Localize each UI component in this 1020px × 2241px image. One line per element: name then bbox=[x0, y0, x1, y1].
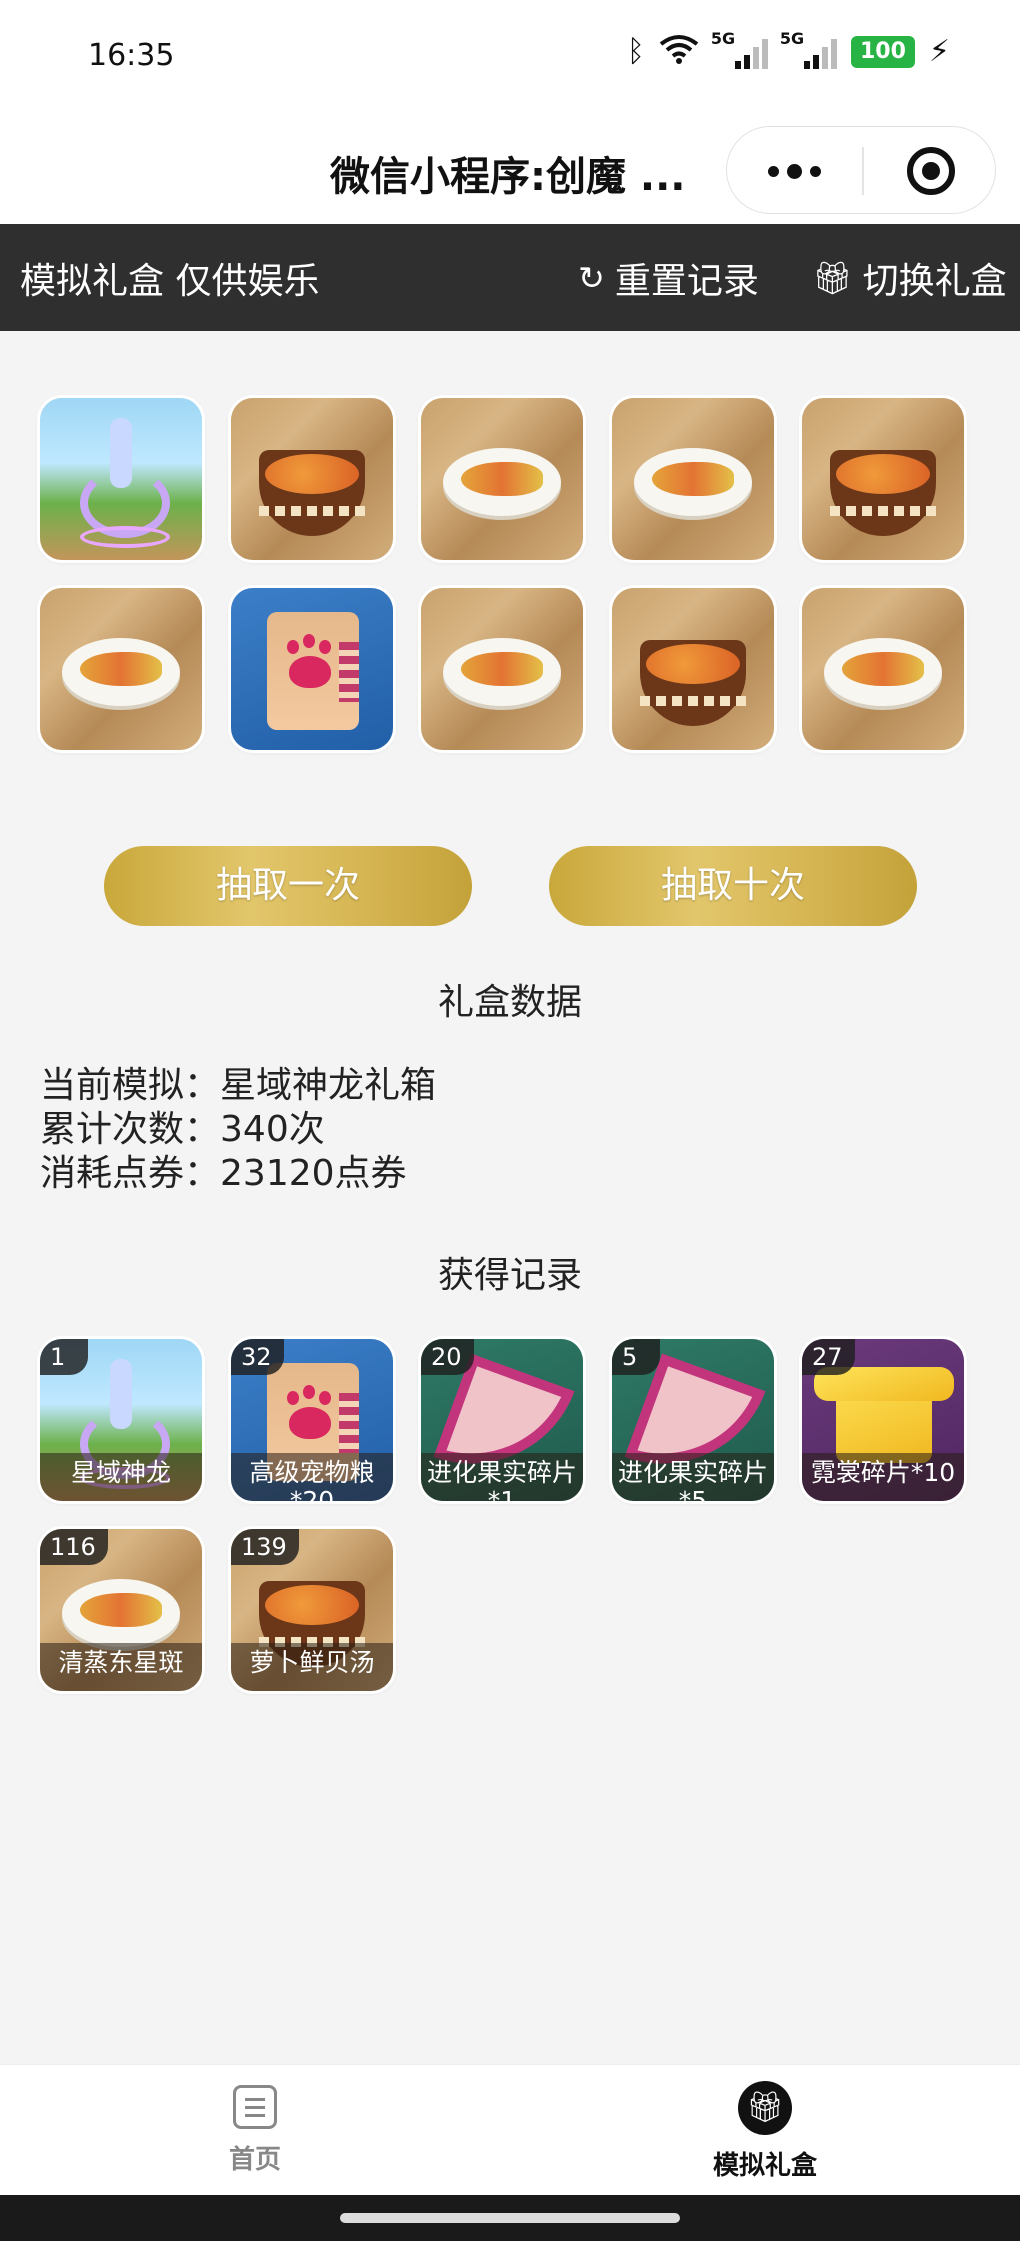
signal-icon: 5G bbox=[711, 29, 768, 69]
record-count: 32 bbox=[231, 1339, 284, 1375]
result-tile-fish bbox=[612, 398, 774, 560]
bluetooth-icon: ᛒ bbox=[626, 34, 645, 69]
record-item: 1 星域神龙 bbox=[40, 1339, 202, 1501]
stat-count-value: 340次 bbox=[220, 1109, 325, 1150]
result-tile-fish bbox=[421, 588, 583, 750]
capsule-divider bbox=[862, 147, 864, 195]
network-label-2: 5G bbox=[779, 29, 805, 48]
switch-giftbox-button[interactable]: 🎁︎ 切换礼盒 bbox=[812, 252, 1007, 304]
record-item: 32 高级宠物粮*20 bbox=[231, 1339, 393, 1501]
result-tile-fish bbox=[40, 588, 202, 750]
record-name: 清蒸东星斑 bbox=[40, 1643, 202, 1691]
record-name: 萝卜鲜贝汤 bbox=[231, 1643, 393, 1691]
record-count: 20 bbox=[421, 1339, 474, 1375]
record-item: 20 进化果实碎片*1 bbox=[421, 1339, 583, 1501]
nav-title: 微信小程序:创魔 ... bbox=[330, 154, 686, 200]
mini-program-nav-bar: 微信小程序:创魔 ... bbox=[0, 116, 1020, 224]
result-tile-soup bbox=[231, 398, 393, 560]
record-count: 5 bbox=[612, 1339, 660, 1375]
switch-giftbox-label: 切换礼盒 bbox=[862, 261, 1007, 302]
draw-once-button[interactable]: 抽取一次 bbox=[104, 846, 472, 926]
gift-icon: 🎁︎ bbox=[812, 259, 853, 297]
battery-indicator: 100 bbox=[850, 36, 915, 68]
signal-icon-2: 5G bbox=[780, 29, 837, 69]
record-item: 27 霓裳碎片*10 bbox=[802, 1339, 964, 1501]
network-label: 5G bbox=[710, 29, 736, 48]
system-nav-area bbox=[0, 2195, 1020, 2241]
tab-simulate-giftbox[interactable]: 🎁︎ 模拟礼盒 bbox=[665, 2081, 865, 2182]
target-close-icon[interactable] bbox=[907, 147, 955, 195]
reset-records-button[interactable]: ↻ 重置记录 bbox=[578, 252, 759, 304]
result-tile-fish bbox=[421, 398, 583, 560]
bottom-tab-bar: 首页 🎁︎ 模拟礼盒 bbox=[0, 2064, 1020, 2195]
result-tile-dragon bbox=[40, 398, 202, 560]
record-count: 116 bbox=[40, 1529, 108, 1565]
record-count: 139 bbox=[231, 1529, 299, 1565]
wifi-icon bbox=[659, 34, 699, 70]
home-indicator[interactable] bbox=[340, 2213, 680, 2223]
status-bar: 16:35 ᛒ 5G 5G 100 ⚡ bbox=[0, 0, 1020, 116]
gift-icon: 🎁︎ bbox=[738, 2081, 792, 2135]
stat-cost: 消耗点券：23120点券 bbox=[40, 1152, 436, 1196]
record-name: 高级宠物粮*20 bbox=[231, 1453, 393, 1501]
result-tile-pet-food bbox=[231, 588, 393, 750]
record-count: 1 bbox=[40, 1339, 88, 1375]
result-tile-soup bbox=[802, 398, 964, 560]
stat-cost-value: 23120点券 bbox=[220, 1153, 407, 1194]
record-name: 星域神龙 bbox=[40, 1453, 202, 1501]
tab-home[interactable]: 首页 bbox=[155, 2085, 355, 2176]
status-icons: ᛒ 5G 5G 100 ⚡ bbox=[626, 29, 950, 70]
tab-home-label: 首页 bbox=[228, 2145, 281, 2175]
stat-current: 当前模拟：星域神龙礼箱 bbox=[40, 1064, 436, 1108]
reset-records-label: 重置记录 bbox=[614, 261, 759, 302]
records-section-title: 获得记录 bbox=[437, 1255, 582, 1296]
status-time: 16:35 bbox=[88, 38, 175, 73]
giftbox-stats: 当前模拟：星域神龙礼箱 累计次数：340次 消耗点券：23120点券 bbox=[40, 1064, 436, 1196]
document-icon bbox=[233, 2085, 277, 2129]
record-name: 进化果实碎片*5 bbox=[612, 1453, 774, 1501]
stats-section-title: 礼盒数据 bbox=[437, 982, 582, 1023]
record-item: 116 清蒸东星斑 bbox=[40, 1529, 202, 1691]
tab-gift-label: 模拟礼盒 bbox=[712, 2151, 817, 2181]
stat-cost-label: 消耗点券： bbox=[40, 1153, 221, 1194]
refresh-icon: ↻ bbox=[578, 259, 605, 297]
capsule-menu bbox=[726, 126, 996, 214]
record-count: 27 bbox=[802, 1339, 855, 1375]
stat-current-value: 星域神龙礼箱 bbox=[220, 1065, 437, 1106]
more-dots-icon[interactable] bbox=[727, 127, 861, 215]
draw-ten-button[interactable]: 抽取十次 bbox=[549, 846, 917, 926]
stat-count: 累计次数：340次 bbox=[40, 1108, 436, 1152]
header-toolbar: 模拟礼盒 仅供娱乐 ↻ 重置记录 🎁︎ 切换礼盒 bbox=[0, 224, 1020, 331]
record-name: 进化果实碎片*1 bbox=[421, 1453, 583, 1501]
toolbar-title: 模拟礼盒 仅供娱乐 bbox=[20, 261, 320, 302]
result-tile-soup bbox=[612, 588, 774, 750]
record-name: 霓裳碎片*10 bbox=[802, 1453, 964, 1501]
stat-current-label: 当前模拟： bbox=[40, 1065, 221, 1106]
record-item: 139 萝卜鲜贝汤 bbox=[231, 1529, 393, 1691]
charging-icon: ⚡ bbox=[928, 34, 950, 69]
stat-count-label: 累计次数： bbox=[40, 1109, 221, 1150]
result-tile-fish bbox=[802, 588, 964, 750]
record-item: 5 进化果实碎片*5 bbox=[612, 1339, 774, 1501]
